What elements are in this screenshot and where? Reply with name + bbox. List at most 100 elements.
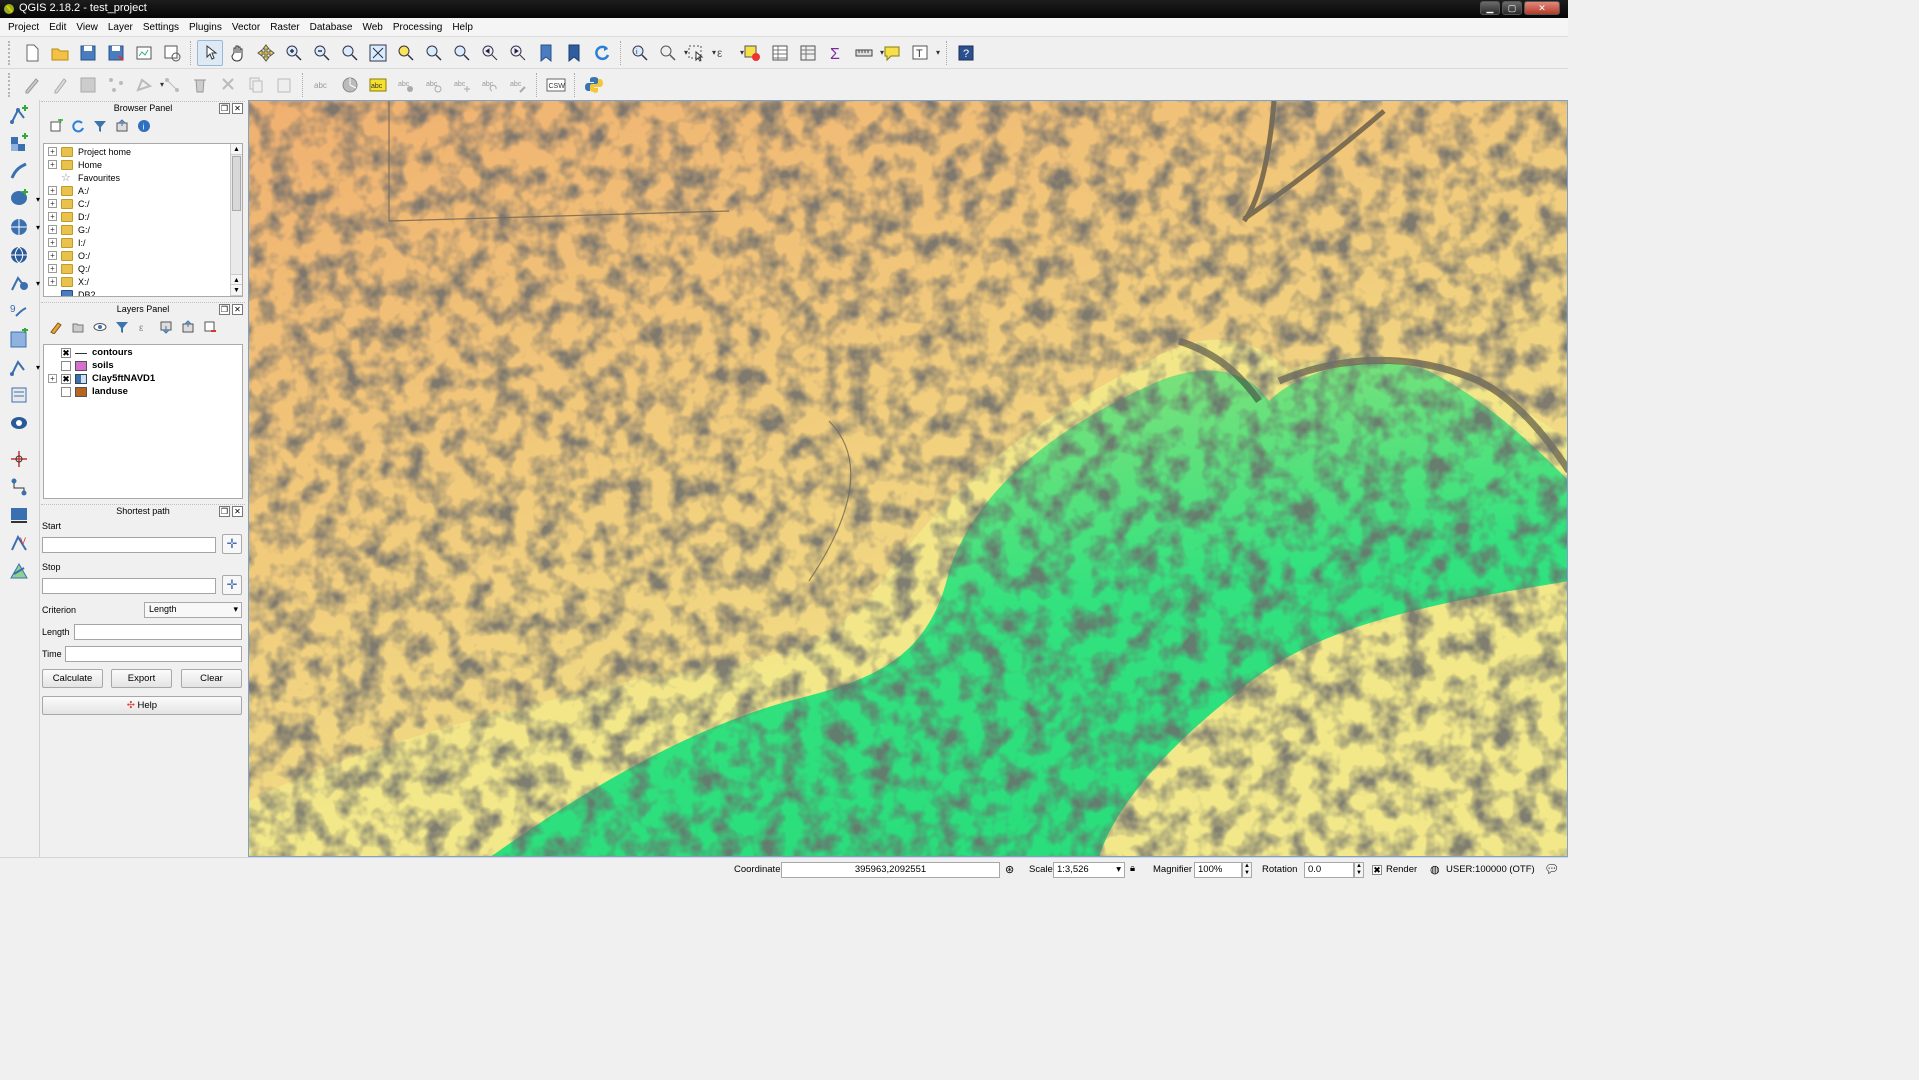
- menu-edit[interactable]: Edit: [44, 22, 71, 33]
- close-panel-icon[interactable]: ✕: [232, 103, 243, 114]
- refresh-browser-icon[interactable]: [69, 117, 87, 135]
- add-wms-icon[interactable]: [4, 214, 40, 240]
- zoom-to-selection-icon[interactable]: [393, 40, 419, 66]
- zoom-in-icon[interactable]: [281, 40, 307, 66]
- menu-project[interactable]: Project: [3, 22, 44, 33]
- maximize-button[interactable]: ▢: [1502, 1, 1522, 15]
- statistics-icon[interactable]: Σ: [823, 40, 849, 66]
- expand-icon[interactable]: +: [48, 160, 57, 169]
- browser-item[interactable]: DB2: [44, 288, 242, 296]
- scroll-thumb[interactable]: [232, 156, 241, 211]
- zoom-to-layer-icon[interactable]: [421, 40, 447, 66]
- browser-item[interactable]: + Home: [44, 158, 242, 171]
- scroll-up-small-icon[interactable]: ▲: [231, 274, 242, 285]
- new-spatialite-icon[interactable]: [4, 354, 40, 380]
- menu-help[interactable]: Help: [447, 22, 478, 33]
- open-project-icon[interactable]: [47, 40, 73, 66]
- render-checkbox[interactable]: ✖: [1372, 865, 1382, 875]
- georeferencer-icon[interactable]: [4, 502, 34, 528]
- filter-legend-icon[interactable]: [113, 318, 131, 336]
- menu-settings[interactable]: Settings: [138, 22, 184, 33]
- action-icon[interactable]: [655, 40, 688, 66]
- expand-icon[interactable]: +: [48, 147, 57, 156]
- properties-icon[interactable]: i: [135, 117, 153, 135]
- highlight-pinned-labels-icon[interactable]: abc: [365, 72, 391, 98]
- layer-item-soils[interactable]: soils: [44, 359, 242, 372]
- pan-to-selection-icon[interactable]: [253, 40, 279, 66]
- select-feature-icon[interactable]: [683, 40, 716, 66]
- close-panel-icon[interactable]: ✕: [232, 506, 243, 517]
- magnifier-input[interactable]: 100%: [1194, 862, 1242, 878]
- zoom-native-icon[interactable]: [449, 40, 475, 66]
- messages-icon[interactable]: 💬︎: [1544, 862, 1559, 876]
- zoom-actual-icon[interactable]: [337, 40, 363, 66]
- zoom-next-icon[interactable]: [505, 40, 531, 66]
- rotate-label-icon[interactable]: abc: [477, 72, 503, 98]
- new-project-icon[interactable]: [19, 40, 45, 66]
- expand-icon[interactable]: +: [48, 238, 57, 247]
- refresh-icon[interactable]: [589, 40, 615, 66]
- open-layer-styling-icon[interactable]: [47, 318, 65, 336]
- new-shapefile-icon[interactable]: [4, 326, 34, 352]
- save-project-icon[interactable]: [75, 40, 101, 66]
- show-bookmarks-icon[interactable]: [561, 40, 587, 66]
- collapse-all-icon[interactable]: [113, 117, 131, 135]
- browser-item[interactable]: ☆ Favourites: [44, 171, 242, 184]
- close-button[interactable]: ✕: [1524, 1, 1560, 15]
- python-console-icon[interactable]: [581, 72, 607, 98]
- zoom-last-icon[interactable]: [477, 40, 503, 66]
- float-panel-icon[interactable]: ❐: [219, 103, 230, 114]
- menu-plugins[interactable]: Plugins: [184, 22, 227, 33]
- layer-visibility-checkbox[interactable]: ✖: [61, 373, 71, 384]
- add-spatialite-icon[interactable]: [4, 158, 34, 184]
- menu-layer[interactable]: Layer: [103, 22, 138, 33]
- scroll-down-icon[interactable]: ▼: [231, 285, 242, 296]
- layer-visibility-checkbox[interactable]: [61, 360, 71, 371]
- dem-contour-map[interactable]: [249, 101, 1568, 857]
- coordinate-input[interactable]: 395963,2092551: [781, 862, 1000, 878]
- browser-item[interactable]: + C:/: [44, 197, 242, 210]
- help-button[interactable]: ✣ Help: [42, 696, 242, 715]
- calculate-button[interactable]: Calculate: [42, 669, 103, 688]
- attribute-table-icon[interactable]: [767, 40, 793, 66]
- cut-features-icon[interactable]: [215, 72, 241, 98]
- map-canvas[interactable]: [248, 100, 1568, 857]
- filter-by-expression-icon[interactable]: ε: [135, 318, 153, 336]
- add-vector-layer-icon[interactable]: [4, 102, 34, 128]
- measure-icon[interactable]: [851, 40, 884, 66]
- move-label-icon[interactable]: abc: [449, 72, 475, 98]
- show-hide-labels-icon[interactable]: abc: [421, 72, 447, 98]
- browser-item[interactable]: + Project home: [44, 145, 242, 158]
- save-as-icon[interactable]: [103, 40, 129, 66]
- layer-visibility-checkbox[interactable]: ✖: [61, 347, 71, 358]
- export-button[interactable]: Export: [111, 669, 172, 688]
- touch-select-icon[interactable]: [197, 39, 223, 66]
- menu-view[interactable]: View: [71, 22, 103, 33]
- digitize-point-icon[interactable]: [4, 446, 34, 472]
- add-oracle-icon[interactable]: [4, 410, 34, 436]
- zoom-full-icon[interactable]: [365, 40, 391, 66]
- browser-scrollbar[interactable]: ▲ ▲ ▼: [230, 144, 242, 296]
- select-by-expression-icon[interactable]: ε: [711, 40, 744, 66]
- browser-item[interactable]: + X:/: [44, 275, 242, 288]
- expand-icon[interactable]: +: [48, 225, 57, 234]
- stop-point-input[interactable]: [42, 578, 216, 594]
- move-feature-icon[interactable]: [131, 72, 164, 98]
- expand-icon[interactable]: +: [48, 199, 57, 208]
- float-panel-icon[interactable]: ❐: [219, 506, 230, 517]
- remove-layer-icon[interactable]: [201, 318, 219, 336]
- toolbar-grip[interactable]: [8, 72, 14, 97]
- copy-features-icon[interactable]: [243, 72, 269, 98]
- field-calculator-icon[interactable]: [795, 40, 821, 66]
- toggle-extents-icon[interactable]: ⊛: [1005, 863, 1014, 876]
- print-composer-icon[interactable]: [131, 40, 157, 66]
- expand-icon[interactable]: +: [48, 251, 57, 260]
- identify-icon[interactable]: i: [627, 40, 653, 66]
- expand-icon[interactable]: +: [48, 277, 57, 286]
- route-icon[interactable]: [4, 474, 34, 500]
- add-delimited-text-icon[interactable]: 9: [4, 298, 34, 324]
- label-tool-icon[interactable]: abc: [309, 72, 335, 98]
- expand-icon[interactable]: +: [48, 264, 57, 273]
- help-icon[interactable]: ?: [953, 40, 979, 66]
- expand-icon[interactable]: +: [48, 374, 57, 383]
